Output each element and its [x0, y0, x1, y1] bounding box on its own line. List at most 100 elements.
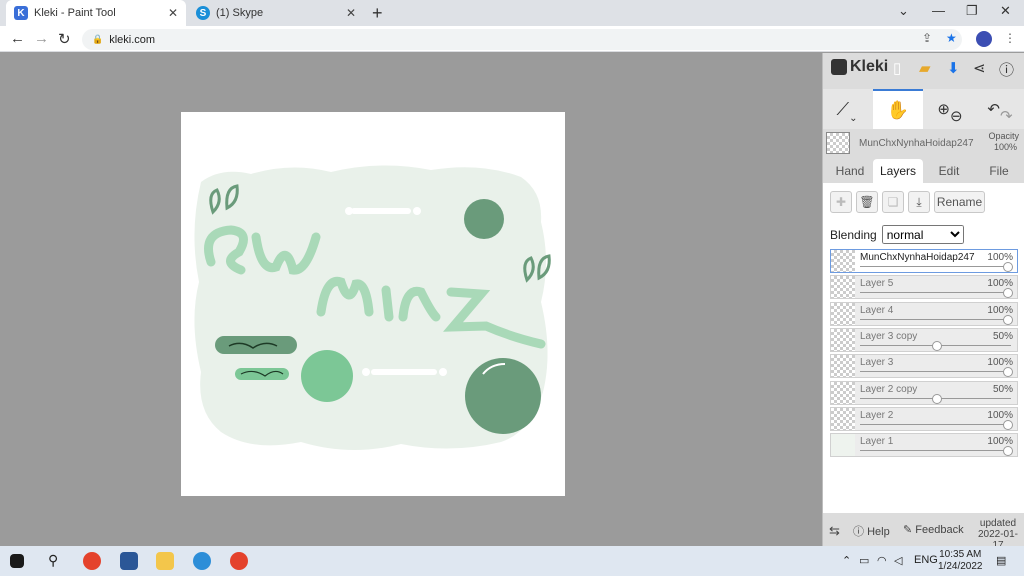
kleki-logo: Kleki	[831, 58, 888, 76]
language-indicator[interactable]: ENG	[914, 554, 938, 566]
help-label: Help	[867, 526, 890, 538]
edge-icon[interactable]	[193, 552, 211, 570]
layer-thumbnail	[831, 355, 855, 378]
help-icon[interactable]: ⓘ	[999, 59, 1014, 80]
volume-icon[interactable]: ◁	[894, 554, 902, 567]
layer-row[interactable]: Layer 2 100%	[830, 406, 1018, 431]
tab-kleki[interactable]: K Kleki - Paint Tool ✕	[6, 0, 186, 26]
restore-icon[interactable]: ❐	[966, 3, 978, 19]
layer-row[interactable]: Layer 2 copy 50%	[830, 380, 1018, 405]
merge-down-icon: ⤓	[916, 194, 922, 209]
layer-opacity-slider[interactable]	[1003, 446, 1013, 457]
chevron-down-icon[interactable]: ⌄	[849, 113, 857, 124]
layer-row[interactable]: Layer 3 100%	[830, 354, 1018, 379]
swap-icon[interactable]: ⇆	[829, 523, 840, 539]
zoom-in-icon[interactable]: ⊕	[937, 100, 950, 118]
layer-row[interactable]: MunChxNynhaHoidap247 100%	[830, 249, 1018, 273]
kleki-favicon-icon: K	[14, 6, 28, 20]
layer-row[interactable]: Layer 5 100%	[830, 275, 1018, 300]
side-panel: Kleki ▯ ▰ ⬇ ⋖ ⓘ ⟋ ⌄ ✋ ⊕ ⊖ ↶ ↷ MunChxNynh…	[822, 53, 1024, 551]
search-icon[interactable]: ⚲	[48, 552, 58, 569]
layer-opacity-slider[interactable]	[1003, 419, 1013, 430]
add-layer-button[interactable]: ✚	[830, 191, 852, 213]
redo-icon[interactable]: ↷	[1000, 107, 1013, 125]
tab-hand[interactable]: Hand	[827, 159, 873, 183]
panel-footer: ⇆ ⓘ Help ✎ Feedback updated 2022-01-17	[823, 515, 1024, 551]
new-tab-icon[interactable]: +	[372, 3, 383, 24]
layer-row[interactable]: Layer 3 copy 50%	[830, 327, 1018, 352]
tab-file[interactable]: File	[975, 159, 1023, 183]
delete-layer-button[interactable]: 🗑	[856, 191, 878, 213]
tab-skype[interactable]: S (1) Skype ✕	[188, 0, 364, 26]
address-bar[interactable]: 🔒 kleki.com	[82, 29, 962, 50]
artwork-pill-dark	[215, 336, 297, 354]
layer-opacity-slider[interactable]	[931, 393, 942, 404]
canvas-area[interactable]	[0, 53, 822, 546]
brush-icon: ⟋	[836, 98, 850, 119]
browser-menu-icon[interactable]: ⋮	[1004, 31, 1016, 45]
brush-tool-button[interactable]: ⟋ ⌄	[823, 89, 871, 129]
close-tab-icon[interactable]: ✕	[346, 6, 356, 20]
close-window-icon[interactable]: ✕	[1000, 3, 1011, 19]
clock-time: 10:35 AM	[939, 549, 982, 560]
layer-opacity-track	[860, 318, 1011, 320]
chrome-active-icon[interactable]	[230, 552, 248, 570]
tab-strip: K Kleki - Paint Tool ✕ S (1) Skype ✕ + ⌄…	[0, 0, 1024, 26]
artwork-circle-large-dark	[465, 358, 541, 434]
hand-tool-button[interactable]: ✋	[873, 89, 923, 129]
close-tab-icon[interactable]: ✕	[168, 6, 178, 20]
trash-icon: 🗑	[859, 195, 875, 209]
new-image-icon[interactable]: ▯	[893, 59, 901, 77]
file-explorer-icon[interactable]	[156, 552, 174, 570]
merge-down-button[interactable]: ⤓	[908, 191, 930, 213]
artwork-circle-medium-light	[301, 350, 353, 402]
profile-avatar[interactable]	[976, 31, 992, 47]
layer-opacity-track	[860, 423, 1011, 425]
download-icon[interactable]: ⬇	[947, 59, 960, 77]
share-page-icon[interactable]: ⇪	[922, 31, 932, 45]
blending-select[interactable]: normal	[881, 225, 964, 244]
forward-icon[interactable]: →	[34, 30, 49, 47]
layer-row[interactable]: Layer 4 100%	[830, 301, 1018, 326]
back-icon[interactable]: ←	[10, 30, 25, 47]
duplicate-layer-button[interactable]: ❏	[882, 191, 904, 213]
layer-opacity: 50%	[992, 383, 1013, 395]
drawing-canvas[interactable]	[181, 112, 565, 496]
brand-name: Kleki	[850, 58, 889, 75]
tab-title: (1) Skype	[216, 7, 264, 19]
tray-chevron-icon[interactable]: ⌃	[842, 554, 851, 567]
artwork	[194, 165, 551, 451]
share-icon[interactable]: ⋖	[973, 59, 986, 77]
tab-edit[interactable]: Edit	[925, 159, 973, 183]
artwork-circle-small-dark	[464, 199, 504, 239]
layer-opacity-slider[interactable]	[1003, 288, 1013, 299]
windows-start-icon[interactable]	[10, 554, 24, 568]
store-icon[interactable]	[120, 552, 138, 570]
artwork-dash-top	[351, 208, 411, 214]
minimize-icon[interactable]: —	[932, 3, 945, 18]
battery-icon[interactable]: ▭	[859, 554, 869, 567]
layer-opacity-slider[interactable]	[1003, 314, 1013, 325]
tab-search-icon[interactable]: ⌄	[898, 3, 909, 19]
zoom-out-icon[interactable]: ⊖	[950, 107, 963, 125]
wifi-icon[interactable]: ◠	[877, 554, 887, 567]
layer-opacity-slider[interactable]	[1003, 262, 1013, 272]
chrome-icon[interactable]	[83, 552, 101, 570]
clock[interactable]: 10:35 AM 1/24/2022	[938, 549, 983, 573]
reload-icon[interactable]: ↻	[58, 30, 71, 48]
feedback-link[interactable]: ✎ Feedback	[903, 523, 964, 536]
layer-row[interactable]: Layer 1 100%	[830, 433, 1018, 458]
help-link[interactable]: ⓘ Help	[853, 523, 890, 539]
updated-label: updated	[979, 518, 1017, 529]
layer-opacity-slider[interactable]	[1003, 367, 1013, 378]
skype-favicon-icon: S	[196, 6, 210, 20]
undo-icon[interactable]: ↶	[987, 100, 1000, 118]
open-folder-icon[interactable]: ▰	[919, 59, 931, 77]
layer-thumbnail	[831, 302, 855, 325]
panel-tabs: Hand Layers Edit File	[823, 159, 1024, 183]
bookmark-star-icon[interactable]: ★	[946, 31, 957, 45]
rename-layer-button[interactable]: Rename	[934, 191, 985, 213]
tab-layers[interactable]: Layers	[873, 159, 923, 183]
layer-opacity-slider[interactable]	[931, 340, 942, 351]
notification-icon[interactable]: ▤	[996, 554, 1006, 567]
